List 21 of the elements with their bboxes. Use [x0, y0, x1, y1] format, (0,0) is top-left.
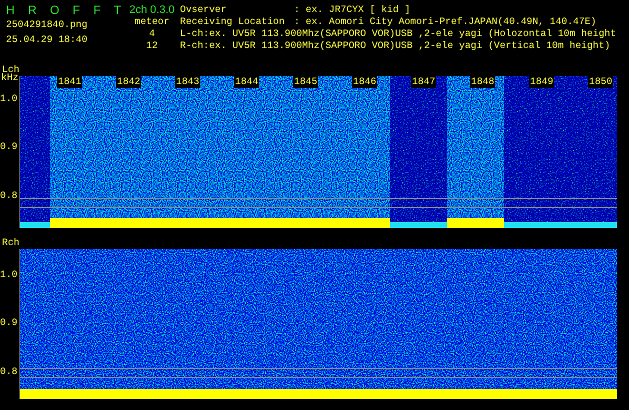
unit-label: kHz: [1, 72, 18, 84]
channel-label: Rch: [1, 237, 20, 249]
info-label: Ovserver: [180, 4, 228, 16]
rch-count: 12: [146, 40, 158, 52]
axis-tick-label: 0.8: [0, 366, 18, 378]
info-label: Receiving Location: [180, 16, 286, 28]
version-label: 2ch 0.3.0: [129, 4, 175, 16]
axis-tick-label: 0.8: [0, 190, 18, 202]
info-value: : ex. JR7CYX [ kid ]: [294, 4, 410, 16]
channel-info: R-ch:ex. UV5R 113.900Mhz(SAPPORO VOR)USB ,2-ele yagi (Vertical 10m height): [180, 40, 612, 52]
axis-tick-label: 1.0: [0, 92, 18, 105]
count-label: meteor: [134, 16, 170, 28]
app-title: H R O F F T: [6, 4, 124, 16]
axis-tick-label: 1.0: [0, 268, 18, 280]
timestamp: 25.04.29 18:40: [6, 34, 88, 46]
axis-tick-label: 0.9: [0, 141, 18, 154]
channel-info: L-ch:ex. UV5R 113.900Mhz(SAPPORO VOR)USB ,2-ele yagi (Holozontal 10m height: [180, 28, 618, 40]
axis-tick-label: 0.9: [0, 316, 18, 328]
file-name: 2504291840.png: [6, 19, 88, 31]
lch-count: 4: [149, 28, 155, 40]
info-value: : ex. Aomori City Aomori-Pref.JAPAN(40.49N, 140.47E): [294, 16, 596, 28]
